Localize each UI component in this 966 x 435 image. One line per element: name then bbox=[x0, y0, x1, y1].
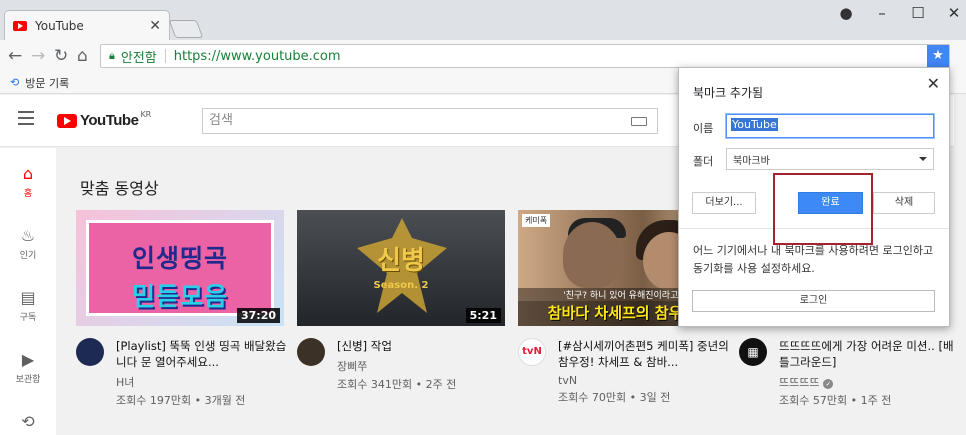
login-button[interactable]: 로그인 bbox=[692, 290, 935, 312]
view-count: 조회수 197만회 • 3개월 전 bbox=[116, 394, 246, 407]
folder-select[interactable]: 북마크바 bbox=[726, 148, 934, 170]
name-label: 이름 bbox=[693, 122, 714, 135]
view-count: 조회수 341만회 • 2주 전 bbox=[337, 378, 457, 391]
guide-item-history[interactable]: ⟲ bbox=[0, 412, 56, 434]
bookmark-name-input[interactable]: YouTube bbox=[726, 114, 934, 138]
video-thumbnail[interactable]: 인생띵곡 믿듣모음 37:20 bbox=[76, 210, 284, 326]
address-bar[interactable]: 🔒︎ 안전함 https://www.youtube.com ★ bbox=[100, 44, 950, 68]
view-count: 조회수 70만회 • 3일 전 bbox=[558, 391, 671, 404]
guide-item-home[interactable]: ⌂ 홈 bbox=[0, 164, 56, 199]
video-title[interactable]: [#삼시세끼어촌편5 케미폭] 중년의 참우정! 차세프 & 참바... bbox=[558, 338, 733, 370]
subscriptions-icon: ▤ bbox=[20, 288, 36, 307]
minimize-button[interactable]: – bbox=[864, 4, 900, 22]
url-text: https://www.youtube.com bbox=[173, 48, 341, 64]
video-thumbnail[interactable]: 신병 Season. 2 5:21 bbox=[297, 210, 505, 326]
library-icon: ▶ bbox=[21, 350, 35, 369]
video-title[interactable]: [신병] 작업 bbox=[337, 338, 512, 354]
youtube-logo[interactable]: YouTube KR bbox=[57, 110, 151, 129]
channel-avatar[interactable] bbox=[297, 338, 325, 366]
video-title[interactable]: 뜨뜨뜨뜨에게 가장 어려운 미션.. [배틀그라운드] bbox=[779, 338, 954, 370]
profile-icon[interactable]: ● bbox=[828, 4, 864, 22]
page-scrollbar[interactable] bbox=[954, 95, 966, 435]
browser-tab[interactable]: YouTube ✕ bbox=[4, 10, 170, 40]
video-title[interactable]: [Playlist] 뚝뚝 인생 띵곡 배달왔습니다 문 열어주세요... bbox=[116, 338, 291, 370]
channel-avatar[interactable]: tvN bbox=[518, 338, 546, 366]
close-window-button[interactable]: ✕ bbox=[936, 4, 966, 22]
hamburger-menu-icon[interactable] bbox=[18, 111, 34, 129]
channel-avatar[interactable]: ▦ bbox=[739, 338, 767, 366]
dialog-close-icon[interactable]: ✕ bbox=[927, 74, 940, 93]
history-icon: ⟲ bbox=[21, 412, 35, 431]
dialog-title: 북마크 추가됨 bbox=[693, 86, 764, 100]
guide-item-library[interactable]: ▶ 보관함 bbox=[0, 350, 56, 385]
folder-label: 폴더 bbox=[693, 155, 714, 168]
search-input[interactable]: 검색 bbox=[202, 108, 658, 134]
forward-icon[interactable]: → bbox=[31, 46, 45, 66]
guide-item-trending[interactable]: ♨ 인기 bbox=[0, 226, 56, 261]
dropdown-caret-icon bbox=[919, 157, 927, 161]
keyboard-icon[interactable] bbox=[631, 117, 647, 126]
verified-icon: ✓ bbox=[823, 379, 834, 389]
channel-avatar[interactable] bbox=[76, 338, 104, 366]
section-title: 맞춤 동영상 bbox=[80, 179, 159, 198]
channel-name[interactable]: 장삐쭈 bbox=[337, 358, 512, 374]
bookmark-history-link[interactable]: 방문 기록 bbox=[25, 75, 69, 91]
tab-strip: YouTube ✕ ● – ☐ ✕ bbox=[0, 0, 966, 40]
youtube-play-icon bbox=[57, 113, 77, 128]
fire-icon: ♨ bbox=[20, 226, 36, 245]
history-icon: ⟲ bbox=[10, 76, 20, 89]
maximize-button[interactable]: ☐ bbox=[900, 4, 936, 22]
more-button[interactable]: 더보기... bbox=[692, 192, 756, 214]
highlight-box bbox=[773, 173, 873, 245]
duration-badge: 37:20 bbox=[236, 308, 280, 323]
duration-badge: 5:21 bbox=[465, 308, 501, 323]
delete-button[interactable]: 삭제 bbox=[873, 192, 935, 214]
tab-title: YouTube bbox=[35, 18, 84, 33]
guide-item-subscriptions[interactable]: ▤ 구독 bbox=[0, 288, 56, 323]
channel-name[interactable]: 뜨뜨뜨뜨 ✓ bbox=[779, 374, 954, 390]
youtube-favicon-icon bbox=[13, 20, 27, 31]
secure-label: 안전함 bbox=[120, 50, 157, 66]
bookmark-star-icon[interactable]: ★ bbox=[927, 45, 949, 67]
channel-name[interactable]: H녀 bbox=[116, 374, 291, 390]
back-icon[interactable]: ← bbox=[8, 46, 22, 66]
sync-note: 어느 기기에서나 내 북마크를 사용하려면 로그인하고 동기화를 사용 설정하세… bbox=[693, 244, 934, 275]
lock-icon: 🔒︎ bbox=[109, 49, 115, 62]
guide-sidebar: ⌂ 홈 ♨ 인기 ▤ 구독 ▶ 보관함 ⟲ bbox=[0, 148, 56, 435]
home-button-icon[interactable]: ⌂ bbox=[77, 46, 88, 66]
window-controls: ● – ☐ ✕ bbox=[828, 4, 966, 22]
new-tab-button[interactable] bbox=[168, 20, 204, 38]
view-count: 조회수 57만회 • 1주 전 bbox=[779, 394, 892, 407]
channel-name[interactable]: tvN bbox=[558, 374, 733, 387]
reload-icon[interactable]: ↻ bbox=[54, 46, 68, 66]
home-icon: ⌂ bbox=[22, 164, 34, 183]
tab-close-icon[interactable]: ✕ bbox=[149, 18, 161, 34]
